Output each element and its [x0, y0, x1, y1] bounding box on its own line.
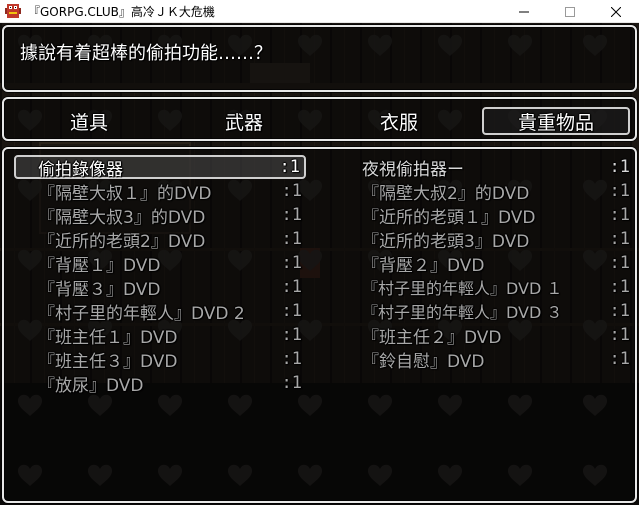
item-name: 『近所的老頭2』DVD [38, 231, 206, 252]
item-count: :1 [609, 253, 630, 273]
item-name: 『背壓１』DVD [38, 255, 161, 276]
list-item[interactable]: 『近所的老頭3』DVD :1 [356, 227, 632, 252]
list-item[interactable]: 夜視偷拍器ー :1 [356, 155, 632, 180]
list-item[interactable]: 『近所的老頭１』DVD :1 [356, 203, 632, 228]
item-name: 『村子里的年輕人』DVD ３ [362, 303, 563, 322]
list-item[interactable]: 偷拍錄像器 :1 [14, 155, 306, 180]
item-name: 『隔壁大叔3』的DVD [38, 207, 206, 228]
item-name: 『村子里的年輕人』DVD １ [362, 279, 563, 298]
window-title: 『GORPG.CLUB』高冷ＪＫ大危機 [28, 4, 215, 19]
red-pixel-icon [5, 4, 21, 18]
list-item[interactable]: 『班主任２』DVD :1 [356, 323, 632, 348]
item-count: :1 [281, 349, 302, 369]
item-name: 『班主任２』DVD [362, 327, 502, 348]
item-count: :1 [609, 277, 630, 297]
item-name: 夜視偷拍器ー [362, 159, 464, 180]
item-count: :1 [279, 157, 300, 177]
close-icon [611, 6, 621, 17]
tab-key-items[interactable]: 貴重物品 [482, 107, 630, 135]
maximize-button[interactable] [547, 0, 593, 23]
item-name: 『放尿』DVD [38, 375, 144, 396]
close-button[interactable] [593, 0, 639, 23]
item-name: 『背壓２』DVD [362, 255, 485, 276]
item-count: :1 [281, 205, 302, 225]
category-window: 道具 武器 衣服 貴重物品 [2, 97, 637, 141]
item-count: :1 [609, 205, 630, 225]
item-name: 『隔壁大叔2』的DVD [362, 183, 530, 204]
item-name: 『鈴自慰』DVD [362, 351, 485, 372]
item-name: 『班主任３』DVD [38, 351, 178, 372]
game-screen: 據說有着超棒的偷拍功能……？ 道具 武器 衣服 貴重物品 偷拍錄像器 :1 『隔… [0, 23, 639, 505]
item-count: :1 [281, 301, 302, 321]
item-name: 『背壓３』DVD [38, 279, 161, 300]
tab-weapons[interactable]: 武器 [189, 107, 299, 135]
help-window: 據說有着超棒的偷拍功能……？ [2, 25, 637, 92]
minimize-icon [519, 11, 529, 12]
list-item[interactable]: 『隔壁大叔3』的DVD :1 [14, 203, 306, 228]
item-count: :1 [609, 325, 630, 345]
tab-items[interactable]: 道具 [34, 107, 144, 135]
item-count: :1 [281, 181, 302, 201]
item-count: :1 [281, 325, 302, 345]
list-item[interactable]: 『村子里的年輕人』DVD 2 :1 [14, 299, 306, 324]
list-item[interactable]: 『村子里的年輕人』DVD ３ :1 [356, 299, 632, 323]
item-count: :1 [281, 277, 302, 297]
item-name: 『近所的老頭１』DVD [362, 207, 536, 228]
maximize-icon [565, 6, 575, 17]
list-item[interactable]: 『班主任３』DVD :1 [14, 347, 306, 372]
item-name: 『班主任１』DVD [38, 327, 178, 348]
item-count: :1 [609, 301, 630, 321]
item-name: 『近所的老頭3』DVD [362, 231, 530, 252]
item-count: :1 [609, 229, 630, 249]
list-item[interactable]: 『鈴自慰』DVD :1 [356, 347, 632, 372]
item-name: 『隔壁大叔１』的DVD [38, 183, 212, 204]
item-list-window: 偷拍錄像器 :1 『隔壁大叔１』的DVD :1 『隔壁大叔3』的DVD :1 『… [2, 147, 637, 503]
item-count: :1 [609, 157, 630, 177]
list-item[interactable]: 『隔壁大叔2』的DVD :1 [356, 179, 632, 204]
list-item[interactable]: 『近所的老頭2』DVD :1 [14, 227, 306, 252]
list-item[interactable]: 『背壓１』DVD :1 [14, 251, 306, 276]
item-count: :1 [281, 253, 302, 273]
item-count: :1 [281, 373, 302, 393]
item-name: 偷拍錄像器 [38, 159, 123, 180]
list-item[interactable]: 『隔壁大叔１』的DVD :1 [14, 179, 306, 204]
item-count: :1 [609, 181, 630, 201]
list-item[interactable]: 『放尿』DVD :1 [14, 371, 306, 396]
tab-clothes[interactable]: 衣服 [344, 107, 454, 135]
list-item[interactable]: 『村子里的年輕人』DVD １ :1 [356, 275, 632, 299]
item-count: :1 [609, 349, 630, 369]
minimize-button[interactable] [501, 0, 547, 23]
window-titlebar[interactable]: 『GORPG.CLUB』高冷ＪＫ大危機 [0, 0, 639, 23]
item-count: :1 [281, 229, 302, 249]
help-text: 據說有着超棒的偷拍功能……？ [20, 43, 272, 64]
list-item[interactable]: 『背壓２』DVD :1 [356, 251, 632, 276]
list-item[interactable]: 『背壓３』DVD :1 [14, 275, 306, 300]
list-item[interactable]: 『班主任１』DVD :1 [14, 323, 306, 348]
item-name: 『村子里的年輕人』DVD 2 [38, 303, 245, 324]
